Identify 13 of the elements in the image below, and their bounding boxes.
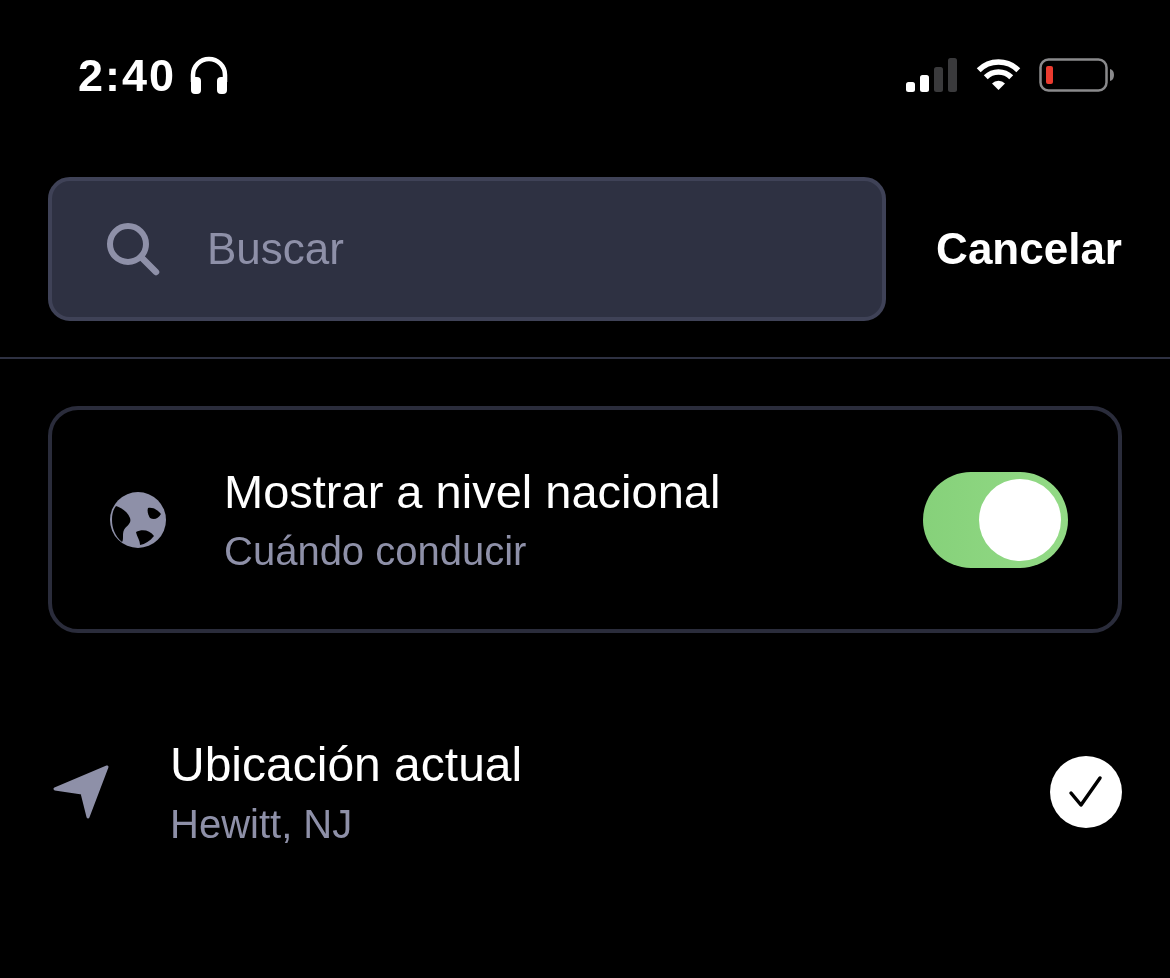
globe-icon <box>110 491 166 548</box>
option-title: Mostrar a nivel nacional <box>224 465 721 520</box>
status-time: 2:40 <box>78 52 177 98</box>
search-field[interactable]: Buscar <box>48 177 887 321</box>
signal-icon <box>906 58 958 92</box>
location-title: Ubicación actual <box>170 737 523 793</box>
search-icon <box>105 221 161 277</box>
battery-icon <box>1039 58 1115 92</box>
location-arrow-icon <box>52 764 110 820</box>
wifi-icon <box>975 58 1022 92</box>
option-subtitle: Cuándo conducir <box>224 527 527 574</box>
cancel-button[interactable]: Cancelar <box>936 224 1122 274</box>
location-subtitle: Hewitt, NJ <box>170 800 353 847</box>
